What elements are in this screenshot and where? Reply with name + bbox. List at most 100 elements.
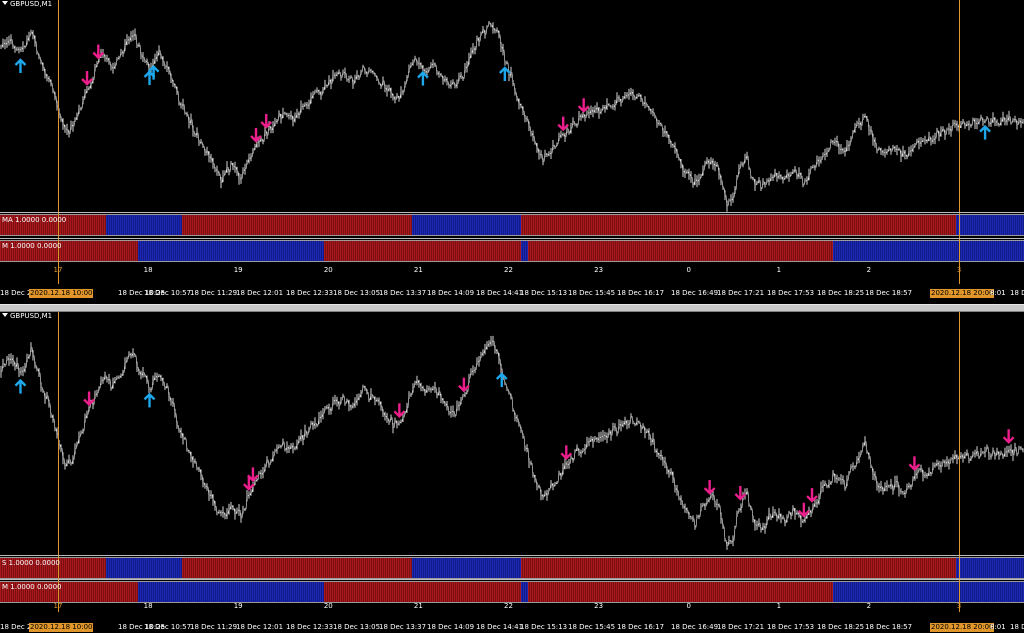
sell-arrow-icon[interactable] bbox=[92, 44, 105, 60]
time-label: 18 Dec 15:13 bbox=[520, 289, 568, 297]
sell-arrow-icon[interactable] bbox=[703, 480, 716, 495]
sell-arrow-icon[interactable] bbox=[393, 403, 406, 419]
day-label: 0 bbox=[686, 266, 691, 274]
time-label: 18 Dec 11:29 bbox=[190, 289, 238, 297]
sell-arrow-icon[interactable] bbox=[557, 116, 570, 132]
time-label: 18 Dec 18:57 bbox=[865, 289, 913, 297]
time-label: 18 Dec 15:45 bbox=[568, 623, 616, 631]
time-label: 2020.12.18 20:00 bbox=[930, 289, 995, 298]
day-label: 2 bbox=[866, 266, 872, 274]
buy-arrow-icon[interactable] bbox=[14, 378, 27, 394]
time-label: 18 Dec 17:53 bbox=[767, 289, 815, 297]
time-label: 2020.12.18 10:00 bbox=[29, 623, 94, 632]
day-label: 1 bbox=[776, 266, 782, 274]
day-label: 19 bbox=[233, 602, 243, 610]
buy-arrow-icon[interactable] bbox=[14, 58, 27, 73]
time-label: 18 Dec 18:25 bbox=[817, 623, 865, 631]
time-label: 18 Dec 16:49 bbox=[671, 623, 719, 631]
histogram-segment-blue bbox=[956, 214, 1024, 236]
sell-arrow-icon[interactable] bbox=[560, 445, 573, 460]
time-label: 18 Dec 15:13 bbox=[520, 623, 568, 631]
histogram-segment-blue bbox=[521, 581, 529, 603]
sell-arrow-icon[interactable] bbox=[908, 456, 921, 472]
histogram-segment-blue bbox=[411, 214, 522, 236]
time-label: 18 Dec 12:01 bbox=[236, 623, 284, 631]
buy-arrow-icon[interactable] bbox=[498, 66, 511, 81]
time-label: 18 Dec 16:17 bbox=[617, 623, 665, 631]
day-label: 21 bbox=[413, 266, 423, 274]
indicator-label-m: M 1.0000 0.0000 bbox=[2, 583, 62, 591]
sell-arrow-icon[interactable] bbox=[81, 71, 93, 86]
histogram-segment-blue bbox=[106, 557, 183, 579]
histogram-segment-red bbox=[182, 214, 412, 236]
sell-arrow-icon[interactable] bbox=[260, 114, 273, 129]
time-label: 18 Dec 10:57 bbox=[144, 623, 192, 631]
time-label: 18 Dec 16:17 bbox=[617, 289, 665, 297]
time-label: 18 Dec 13:37 bbox=[379, 289, 427, 297]
histogram-segment-blue bbox=[138, 581, 324, 603]
indicator-label-s: S 1.0000 0.0000 bbox=[2, 559, 60, 567]
histogram-segment-blue bbox=[138, 240, 324, 262]
day-label: 20 bbox=[323, 266, 333, 274]
price-chart-area[interactable] bbox=[0, 0, 1024, 212]
day-label: 18 bbox=[143, 602, 153, 610]
time-label: 18 D bbox=[1010, 623, 1024, 631]
price-bar-tick bbox=[747, 155, 750, 169]
histogram-segment-red bbox=[323, 240, 522, 262]
sell-arrow-icon[interactable] bbox=[458, 377, 470, 393]
period-separator-line[interactable] bbox=[959, 312, 960, 612]
time-label: 18 Dec 12:01 bbox=[236, 289, 284, 297]
chart-window-top[interactable]: GBPUSD,M1 MA 1.0000 0.0000 M 1.0000 0.00… bbox=[0, 0, 1024, 304]
time-label: 8:01 bbox=[990, 289, 1006, 297]
indicator-frame-line bbox=[0, 555, 1024, 556]
histogram-segment-blue bbox=[411, 557, 522, 579]
chart-window-bottom[interactable]: GBPUSD,M1 S 1.0000 0.0000 M 1.0000 0.000… bbox=[0, 312, 1024, 633]
time-label: 18 Dec 12:33 bbox=[286, 623, 334, 631]
sell-arrow-icon[interactable] bbox=[83, 391, 95, 407]
time-label: 18 Dec 14:41 bbox=[476, 623, 524, 631]
price-bar-tick bbox=[733, 527, 736, 541]
sell-arrow-icon[interactable] bbox=[1002, 429, 1015, 444]
time-label: 18 Dec 2 bbox=[0, 623, 32, 631]
buy-arrow-icon[interactable] bbox=[417, 70, 429, 86]
time-label: 18 Dec 12:33 bbox=[286, 289, 334, 297]
sell-arrow-icon[interactable] bbox=[806, 488, 818, 503]
day-label: 18 bbox=[143, 266, 153, 274]
time-label: 18 Dec 14:09 bbox=[427, 623, 475, 631]
histogram-segment-red bbox=[182, 557, 412, 579]
time-label: 18 Dec 15:45 bbox=[568, 289, 616, 297]
indicator-frame-line bbox=[0, 579, 1024, 580]
time-label: 18 Dec 17:21 bbox=[717, 289, 765, 297]
histogram-segment-red bbox=[528, 240, 833, 262]
time-label: 2020.12.18 20:00 bbox=[930, 623, 995, 632]
time-label: 18 Dec 17:53 bbox=[767, 623, 815, 631]
time-label: 18 Dec 13:05 bbox=[333, 289, 381, 297]
sell-arrow-icon[interactable] bbox=[250, 128, 262, 143]
histogram-segment-blue bbox=[956, 557, 1024, 579]
sell-arrow-icon[interactable] bbox=[797, 502, 810, 518]
time-label: 18 Dec 17:21 bbox=[717, 623, 765, 631]
indicator-label-ma: MA 1.0000 0.0000 bbox=[2, 216, 67, 224]
day-label: 23 bbox=[594, 602, 604, 610]
day-label: 21 bbox=[413, 602, 423, 610]
time-label: 18 Dec 11:29 bbox=[190, 623, 238, 631]
price-chart-area[interactable] bbox=[0, 312, 1024, 555]
time-label: 18 Dec 13:37 bbox=[379, 623, 427, 631]
price-bar-tick bbox=[723, 526, 726, 540]
day-label: 1 bbox=[776, 602, 782, 610]
histogram-segment-red bbox=[521, 557, 957, 579]
sell-arrow-icon[interactable] bbox=[247, 467, 259, 483]
time-label: 18 Dec 2 bbox=[0, 289, 32, 297]
sell-arrow-icon[interactable] bbox=[577, 98, 590, 113]
buy-arrow-icon[interactable] bbox=[979, 124, 991, 140]
day-label: 22 bbox=[504, 266, 513, 274]
time-label: 8:01 bbox=[990, 623, 1006, 631]
time-label: 18 Dec 18:57 bbox=[865, 623, 913, 631]
buy-arrow-icon[interactable] bbox=[143, 392, 156, 408]
period-separator-line[interactable] bbox=[959, 0, 960, 284]
time-label: 18 Dec 10:57 bbox=[144, 289, 192, 297]
window-splitter[interactable] bbox=[0, 304, 1024, 312]
day-label: 19 bbox=[233, 266, 243, 274]
sell-arrow-icon[interactable] bbox=[734, 485, 747, 501]
indicator-label-m: M 1.0000 0.0000 bbox=[2, 242, 62, 250]
